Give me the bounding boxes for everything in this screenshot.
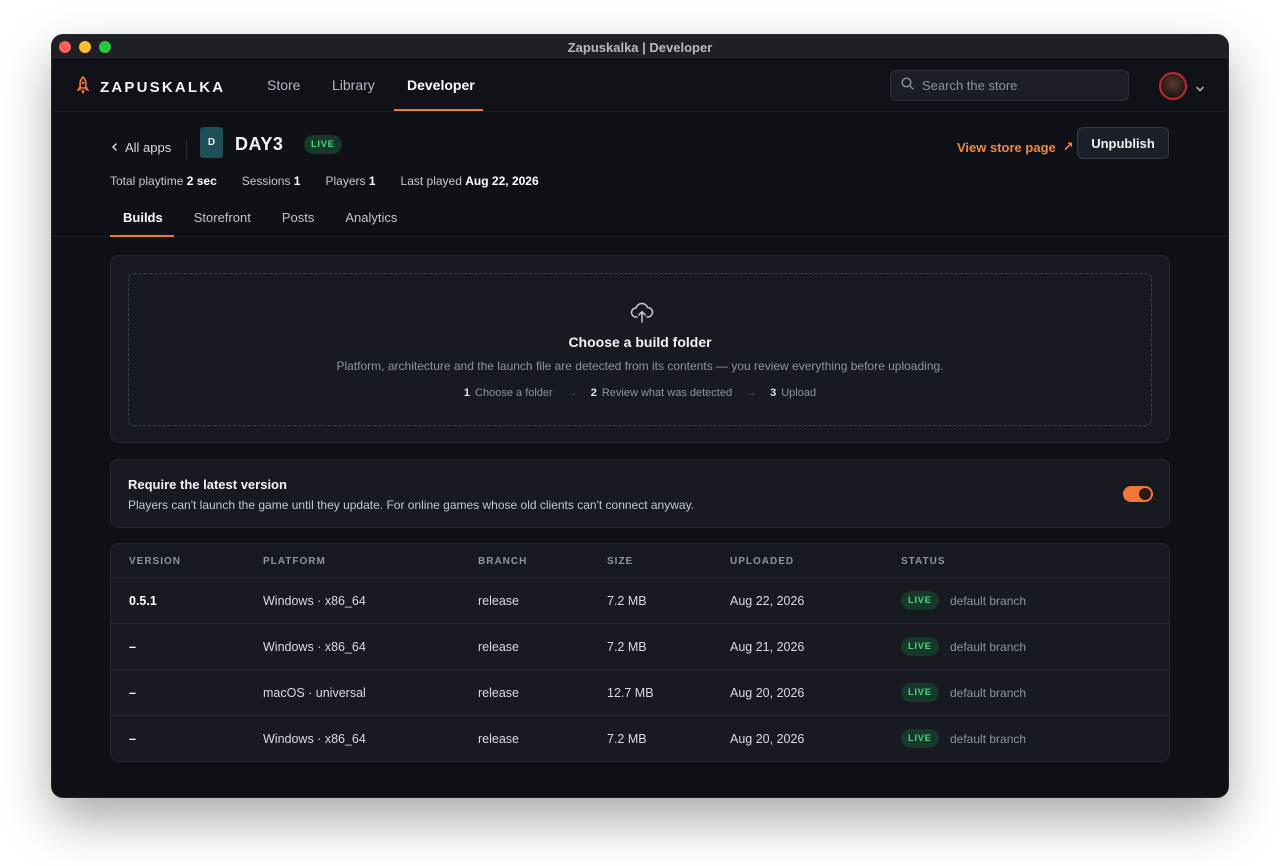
cell-platform: Windows · x86_64: [263, 732, 366, 746]
tab-storefront[interactable]: Storefront: [194, 210, 251, 225]
view-store-page-link[interactable]: View store page ↗: [957, 139, 1074, 155]
cell-version: –: [129, 686, 136, 700]
column-header: VERSION: [129, 556, 182, 567]
cell-branch: release: [478, 640, 519, 654]
arrow-right-icon: →: [566, 387, 577, 399]
external-link-icon: ↗: [1062, 139, 1074, 154]
status-badge: LIVE: [901, 683, 939, 702]
status-badge: LIVE: [304, 135, 342, 154]
dropzone-title: Choose a build folder: [568, 334, 712, 350]
nav-active-indicator: [394, 109, 483, 111]
column-header: SIZE: [607, 556, 634, 567]
cloud-upload-icon: [630, 301, 654, 328]
upload-card: Choose a build folder Platform, architec…: [110, 255, 1170, 443]
status-badge: LIVE: [901, 637, 939, 656]
back-label: All apps: [125, 140, 172, 155]
cell-platform: macOS · universal: [263, 686, 366, 700]
back-to-apps-link[interactable]: All apps: [111, 140, 171, 155]
column-header: PLATFORM: [263, 556, 326, 567]
status-badge: LIVE: [901, 591, 939, 610]
logo[interactable]: ZAPUSKALKA: [76, 75, 226, 99]
stats-bar: Total playtime 2 sec Sessions 1 Players …: [110, 174, 564, 188]
app-tabs: Builds Storefront Posts Analytics: [110, 210, 428, 225]
cell-size: 7.2 MB: [607, 640, 647, 654]
nav-developer[interactable]: Developer: [407, 77, 475, 93]
window-title: Zapuskalka | Developer: [567, 40, 713, 55]
cell-branch: release: [478, 732, 519, 746]
upload-steps: 1 Choose a folder → 2 Review what was dete…: [129, 387, 1151, 399]
require-latest-description: Players can't launch the game until they…: [128, 498, 695, 512]
app-header: All apps D DAY3 LIVE View store page ↗ U…: [52, 112, 1228, 237]
table-row[interactable]: – macOS · universal release 12.7 MB Aug …: [111, 670, 1169, 716]
cell-branch: release: [478, 686, 519, 700]
table-row[interactable]: – Windows · x86_64 release 7.2 MB Aug 21…: [111, 624, 1169, 670]
cell-uploaded: Aug 22, 2026: [730, 594, 805, 608]
title-bar: Zapuskalka | Developer: [52, 35, 1228, 60]
stat-sessions: Sessions 1: [241, 174, 301, 188]
status-badge: LIVE: [901, 729, 939, 748]
logo-text: ZAPUSKALKA: [100, 79, 226, 96]
top-navigation: ZAPUSKALKA Store Library Developer: [52, 60, 1228, 112]
build-folder-dropzone[interactable]: Choose a build folder Platform, architec…: [128, 273, 1152, 426]
cell-platform: Windows · x86_64: [263, 594, 366, 608]
cell-version: –: [129, 640, 136, 654]
cell-branch: release: [478, 594, 519, 608]
cell-version: –: [129, 732, 136, 746]
require-latest-card: Require the latest version Players can't…: [110, 459, 1170, 528]
avatar[interactable]: [1159, 72, 1187, 100]
table-row[interactable]: – Windows · x86_64 release 7.2 MB Aug 20…: [111, 716, 1169, 761]
nav-library[interactable]: Library: [332, 77, 375, 93]
cell-platform: Windows · x86_64: [263, 640, 366, 654]
cell-status-note: default branch: [950, 732, 1027, 746]
cell-uploaded: Aug 20, 2026: [730, 732, 805, 746]
dropzone-subtitle: Platform, architecture and the launch fi…: [336, 359, 944, 373]
cell-size: 7.2 MB: [607, 732, 647, 746]
cell-size: 12.7 MB: [607, 686, 654, 700]
step-2: 2 Review what was detected: [590, 387, 733, 399]
cell-uploaded: Aug 21, 2026: [730, 640, 805, 654]
step-3: 3 Upload: [770, 387, 817, 399]
rocket-icon: [76, 75, 90, 99]
app-icon: D: [200, 127, 223, 158]
stat-players: Players 1: [325, 174, 376, 188]
stat-last-played: Last played Aug 22, 2026: [400, 174, 539, 188]
require-latest-title: Require the latest version: [128, 477, 287, 492]
arrow-right-icon: →: [746, 387, 757, 399]
cell-size: 7.2 MB: [607, 594, 647, 608]
nav-store[interactable]: Store: [267, 77, 300, 93]
cell-uploaded: Aug 20, 2026: [730, 686, 805, 700]
tab-posts[interactable]: Posts: [282, 210, 315, 225]
divider: [186, 140, 187, 160]
app-window: Zapuskalka | Developer ZAPUSKALKA Store …: [52, 35, 1228, 797]
cell-status-note: default branch: [950, 640, 1027, 654]
tab-builds[interactable]: Builds: [123, 210, 163, 225]
search-icon: [901, 76, 914, 95]
search-box[interactable]: [890, 70, 1129, 101]
require-latest-toggle[interactable]: [1123, 486, 1153, 502]
column-header: UPLOADED: [730, 556, 795, 567]
cell-version: 0.5.1: [129, 594, 157, 608]
search-input[interactable]: [922, 78, 1112, 93]
view-store-label: View store page: [957, 139, 1056, 155]
column-header: STATUS: [901, 556, 946, 567]
cell-status-note: default branch: [950, 686, 1027, 700]
toggle-knob: [1139, 488, 1151, 500]
column-header: BRANCH: [478, 556, 528, 567]
tab-active-indicator: [110, 235, 174, 237]
app-title: DAY3: [235, 134, 284, 154]
table-row[interactable]: 0.5.1 Windows · x86_64 release 7.2 MB Au…: [111, 578, 1169, 624]
step-1: 1 Choose a folder: [463, 387, 553, 399]
stat-playtime: Total playtime 2 sec: [110, 174, 217, 188]
tab-analytics[interactable]: Analytics: [345, 210, 397, 225]
cell-status-note: default branch: [950, 594, 1027, 608]
builds-table: VERSION PLATFORM BRANCH SIZE UPLOADED ST…: [110, 543, 1170, 762]
table-header: VERSION PLATFORM BRANCH SIZE UPLOADED ST…: [111, 544, 1169, 578]
unpublish-button[interactable]: Unpublish: [1077, 127, 1169, 159]
chevron-left-icon: [111, 140, 119, 155]
chevron-down-icon[interactable]: [1195, 80, 1205, 98]
